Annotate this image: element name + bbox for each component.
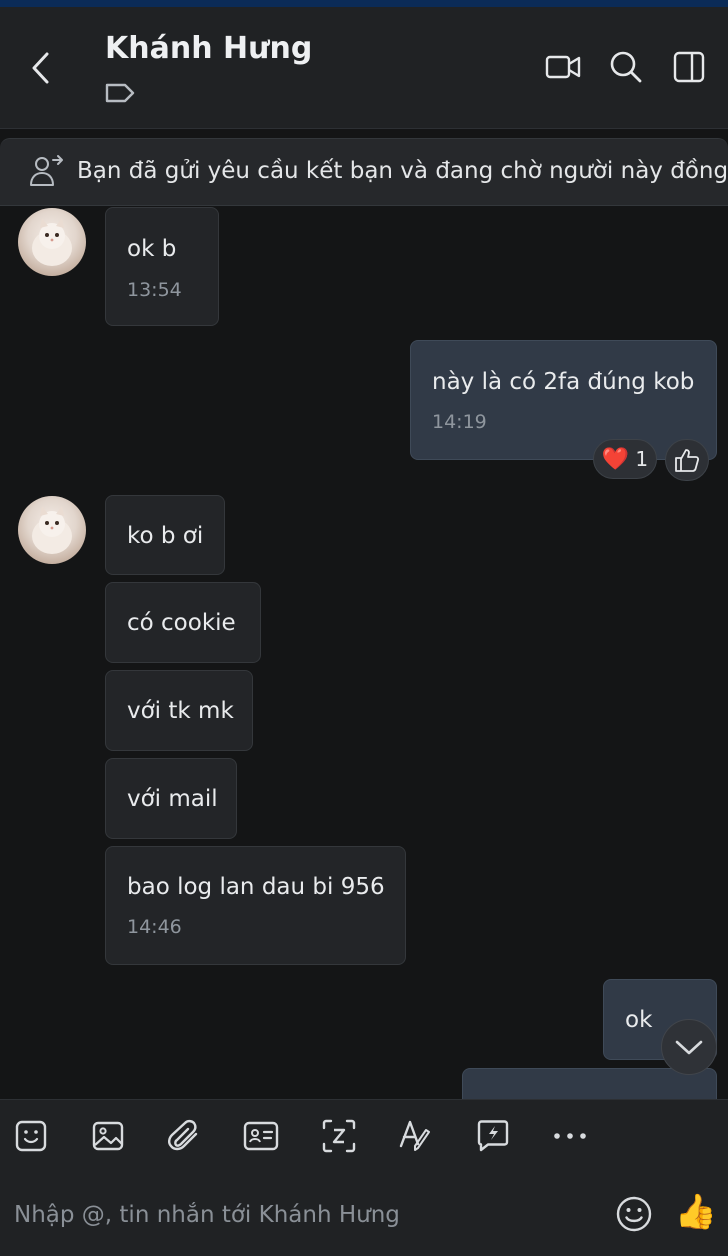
sticker-icon: [15, 1120, 47, 1152]
message-bubble-own[interactable]: này là có 2fa đúng kob 14:19: [410, 340, 717, 460]
scroll-to-bottom-button[interactable]: [661, 1019, 717, 1075]
video-call-icon: [545, 55, 581, 79]
emoji-icon: [616, 1196, 652, 1232]
emoji-button[interactable]: [614, 1194, 654, 1234]
cat-avatar-image: [32, 506, 72, 554]
message-time: 14:19: [432, 411, 487, 433]
side-panel-button[interactable]: [669, 47, 709, 87]
quick-message-button[interactable]: [473, 1116, 513, 1156]
message-text: này là có 2fa đúng kob: [432, 369, 695, 395]
message-time: 14:46: [127, 916, 182, 938]
image-button[interactable]: [88, 1116, 128, 1156]
composer-toolbar: [0, 1099, 728, 1173]
message-text: ok b: [127, 236, 177, 262]
back-button[interactable]: [22, 49, 60, 87]
side-panel-icon: [673, 51, 705, 83]
message-bubble[interactable]: với tk mk: [105, 670, 253, 751]
message-text: ok: [625, 1007, 653, 1033]
message-text: với mail: [127, 786, 218, 812]
message-input[interactable]: [14, 1198, 584, 1232]
back-icon: [32, 52, 49, 84]
more-icon: [554, 1133, 586, 1139]
attachment-icon: [168, 1119, 198, 1151]
message-text: bao log lan dau bi 956: [127, 874, 385, 900]
image-icon: [92, 1121, 124, 1151]
chat-header: Khánh Hưng: [0, 7, 728, 129]
screenshot-icon: [322, 1119, 356, 1153]
search-button[interactable]: [606, 47, 646, 87]
friend-request-icon: [30, 155, 63, 186]
tag-button[interactable]: [105, 82, 137, 108]
message-bubble[interactable]: có cookie: [105, 582, 261, 663]
quick-message-icon: [477, 1120, 509, 1152]
message-time: 13:54: [127, 279, 182, 301]
heart-reaction-icon: ❤️: [601, 446, 630, 472]
quick-like-button[interactable]: 👍: [674, 1190, 718, 1234]
message-bubble[interactable]: bao log lan dau bi 956 14:46: [105, 846, 406, 965]
message-bubble[interactable]: với mail: [105, 758, 237, 839]
avatar[interactable]: [18, 208, 86, 276]
text-format-icon: [399, 1120, 430, 1151]
avatar[interactable]: [18, 496, 86, 564]
chevron-down-icon: [675, 1040, 703, 1055]
message-text: ko b ơi: [127, 523, 204, 549]
message-composer: 👍: [0, 1172, 728, 1256]
screenshot-button[interactable]: [319, 1116, 359, 1156]
message-bubble[interactable]: ok b 13:54: [105, 207, 219, 326]
reaction-badge[interactable]: ❤️ 1: [593, 439, 657, 479]
thumbs-up-icon: [675, 449, 700, 472]
top-accent-bar: [0, 0, 728, 7]
contact-name[interactable]: Khánh Hưng: [105, 31, 312, 66]
attachment-button[interactable]: [164, 1116, 204, 1156]
contact-card-icon: [243, 1121, 279, 1151]
add-reaction-button[interactable]: [665, 439, 709, 481]
thumbs-up-emoji-icon: 👍: [674, 1192, 718, 1232]
message-bubble[interactable]: ko b ơi: [105, 495, 225, 575]
text-format-button[interactable]: [396, 1116, 436, 1156]
contact-card-button[interactable]: [241, 1116, 281, 1156]
search-icon: [610, 51, 642, 83]
friend-request-text: Bạn đã gửi yêu cầu kết bạn và đang chờ n…: [77, 158, 728, 184]
cat-avatar-image: [32, 218, 72, 266]
message-text: có cookie: [127, 610, 236, 636]
friend-request-banner: Bạn đã gửi yêu cầu kết bạn và đang chờ n…: [0, 138, 728, 206]
sticker-button[interactable]: [11, 1116, 51, 1156]
video-call-button[interactable]: [543, 47, 583, 87]
message-text: với tk mk: [127, 698, 234, 724]
more-button[interactable]: [550, 1116, 590, 1156]
reaction-count: 1: [635, 447, 649, 471]
tag-icon: [105, 83, 135, 103]
